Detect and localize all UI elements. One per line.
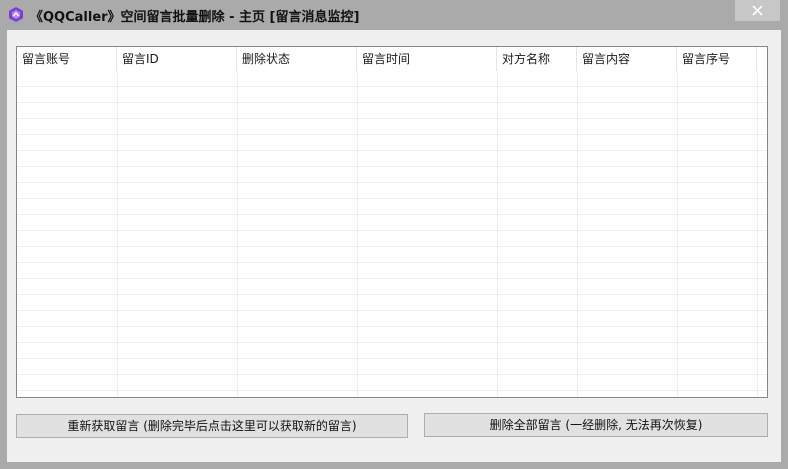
column-divider <box>117 71 118 397</box>
column-header-message-content[interactable]: 留言内容 <box>577 47 677 71</box>
column-header-account[interactable]: 留言账号 <box>17 47 117 71</box>
column-divider <box>497 71 498 397</box>
column-header-message-index[interactable]: 留言序号 <box>677 47 757 71</box>
column-divider <box>577 71 578 397</box>
column-header-message-time[interactable]: 留言时间 <box>357 47 497 71</box>
column-header-peer-name[interactable]: 对方名称 <box>497 47 577 71</box>
column-divider <box>357 71 358 397</box>
message-list[interactable]: 留言账号 留言ID 删除状态 留言时间 对方名称 留言内容 留言序号 <box>16 46 768 398</box>
list-header: 留言账号 留言ID 删除状态 留言时间 对方名称 留言内容 留言序号 <box>17 47 767 71</box>
delete-all-messages-button[interactable]: 删除全部留言 (一经删除, 无法再次恢复) <box>424 413 768 437</box>
column-header-message-id[interactable]: 留言ID <box>117 47 237 71</box>
window-title: 《QQCaller》空间留言批量删除 - 主页 [留言消息监控] <box>30 10 360 25</box>
column-divider <box>757 71 758 397</box>
title-bar[interactable]: 《QQCaller》空间留言批量删除 - 主页 [留言消息监控] <box>0 0 788 30</box>
close-icon <box>752 5 763 16</box>
column-divider <box>237 71 238 397</box>
column-header-delete-status[interactable]: 删除状态 <box>237 47 357 71</box>
main-window: 《QQCaller》空间留言批量删除 - 主页 [留言消息监控] 留言账号 留言… <box>0 0 788 469</box>
close-button[interactable] <box>735 0 780 21</box>
column-divider <box>677 71 678 397</box>
app-icon <box>9 7 23 22</box>
list-body[interactable] <box>17 71 767 397</box>
refetch-messages-button[interactable]: 重新获取留言 (删除完毕后点击这里可以获取新的留言) <box>16 414 408 438</box>
client-area: 留言账号 留言ID 删除状态 留言时间 对方名称 留言内容 留言序号 重新获取留… <box>7 30 781 462</box>
